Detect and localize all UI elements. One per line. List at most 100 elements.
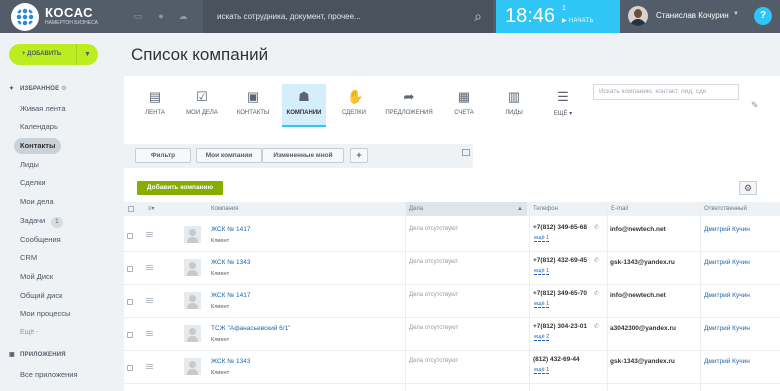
row-menu-icon[interactable] bbox=[146, 298, 153, 299]
add-company-button[interactable]: Добавить компанию bbox=[137, 181, 223, 195]
phone-number[interactable]: +7(812) 349-65-68 bbox=[533, 224, 587, 231]
pin-icon[interactable]: ✎ bbox=[751, 100, 759, 111]
phone-more-link[interactable]: ещё 1 bbox=[534, 268, 550, 275]
column-header-responsible[interactable]: Ответственный bbox=[700, 202, 780, 216]
crm-search-input[interactable]: Искать компанию, контакт, лид, сде bbox=[593, 84, 739, 100]
phone-more-link[interactable]: ещё 1 bbox=[534, 367, 550, 374]
table-row[interactable]: ТСЖ "Афанасьевский 6/1" Клиент Дела отсу… bbox=[124, 319, 780, 351]
tab-invoices[interactable]: ▦ СЧЕТА bbox=[442, 84, 486, 127]
row-checkbox[interactable] bbox=[127, 299, 133, 305]
phone-call-icon[interactable]: ✆ bbox=[594, 257, 599, 264]
help-button[interactable]: ? bbox=[754, 7, 772, 25]
column-header-email[interactable]: E-mail bbox=[607, 202, 700, 216]
bell-icon[interactable]: ● bbox=[156, 11, 166, 21]
tab-leads[interactable]: ▥ ЛИДЫ bbox=[492, 84, 536, 127]
tab-feed[interactable]: ▤ ЛЕНТА bbox=[133, 84, 177, 127]
responsible-link[interactable]: Дмитрий Кучин bbox=[704, 259, 750, 266]
select-all-checkbox[interactable] bbox=[124, 202, 142, 216]
columns-menu-icon[interactable]: ≡▾ bbox=[144, 202, 166, 216]
work-day-widget[interactable]: 18:46 1 ▶ НАЧАТЬ bbox=[496, 0, 620, 33]
brand[interactable]: КОСАС НАМЕРТОН БИЗНЕСА bbox=[45, 6, 98, 26]
email-link[interactable]: gsk-1343@yandex.ru bbox=[610, 259, 675, 266]
table-row[interactable]: ЖСК № 1343 Клиент Дела отсутствуют +7(81… bbox=[124, 253, 780, 285]
sidebar-item-calendar[interactable]: Календарь bbox=[14, 119, 64, 135]
add-filter-button[interactable]: + bbox=[350, 148, 368, 163]
user-name[interactable]: Станислав Кочурин bbox=[656, 11, 729, 20]
responsible-link[interactable]: Дмитрий Кучин bbox=[704, 325, 750, 332]
row-checkbox[interactable] bbox=[127, 233, 133, 239]
sidebar-item-more[interactable]: Ещё - bbox=[14, 325, 45, 341]
tab-more[interactable]: ☰ ЕЩЁ ▾ bbox=[541, 84, 585, 127]
phone-more-link[interactable]: ещё 1 bbox=[534, 235, 550, 242]
add-button[interactable]: + ДОБАВИТЬ ▼ bbox=[9, 44, 98, 65]
phone-number[interactable]: +7(812) 432-69-45 bbox=[533, 257, 587, 264]
responsible-link[interactable]: Дмитрий Кучин bbox=[704, 292, 750, 299]
company-name-link[interactable]: ЖСК № 1343 bbox=[211, 358, 250, 365]
email-link[interactable]: gsk-1343@yandex.ru bbox=[610, 358, 675, 365]
email-link[interactable]: info@newtech.net bbox=[610, 226, 666, 233]
phone-call-icon[interactable]: ✆ bbox=[594, 290, 599, 297]
tab-companies[interactable]: ☗ КОМПАНИИ bbox=[282, 84, 326, 127]
sidebar-item-all-apps[interactable]: Все приложения bbox=[14, 367, 84, 383]
chevron-down-icon[interactable]: ▼ bbox=[733, 11, 739, 17]
sidebar-item-tasks[interactable]: Задачи 1 bbox=[14, 213, 69, 229]
table-row[interactable]: ЖСК № 1417 Клиент Дела отсутствуют +7(81… bbox=[124, 220, 780, 252]
phone-call-icon[interactable]: ✆ bbox=[594, 323, 599, 330]
row-checkbox[interactable] bbox=[127, 365, 133, 371]
sidebar-item-live-feed[interactable]: Живая лента bbox=[14, 101, 72, 117]
row-checkbox[interactable] bbox=[127, 332, 133, 338]
gear-icon[interactable]: ⚙ bbox=[739, 181, 757, 195]
avatar[interactable] bbox=[628, 6, 648, 26]
responsible-link[interactable]: Дмитрий Кучин bbox=[704, 226, 750, 233]
company-name-link[interactable]: ТСЖ "Афанасьевский 6/1" bbox=[211, 325, 291, 332]
row-menu-icon[interactable] bbox=[146, 265, 153, 266]
sidebar-item-my-drive[interactable]: Мой Диск bbox=[14, 269, 59, 285]
sidebar-item-messages[interactable]: Сообщения bbox=[14, 232, 67, 248]
sidebar-item-deals[interactable]: Сделки bbox=[14, 175, 52, 191]
tab-quotes[interactable]: ➦ ПРЕДЛОЖЕНИЯ bbox=[381, 84, 437, 127]
row-checkbox[interactable] bbox=[127, 266, 133, 272]
filter-button[interactable]: Фильтр bbox=[135, 148, 191, 163]
phone-more-link[interactable]: ещё 1 bbox=[534, 301, 550, 308]
favorites-section-title[interactable]: ✦ ИЗБРАННОЕ ⚙ bbox=[9, 85, 67, 92]
email-link[interactable]: info@newtech.net bbox=[610, 292, 666, 299]
settings-icon[interactable]: ⚙ bbox=[61, 86, 67, 92]
expand-filter-icon[interactable] bbox=[462, 149, 470, 156]
chevron-down-icon[interactable]: ▼ bbox=[76, 44, 98, 65]
apps-section-title[interactable]: ▣ ПРИЛОЖЕНИЯ bbox=[9, 351, 66, 358]
cloud-icon[interactable]: ☁ bbox=[178, 11, 188, 21]
tab-my-tasks[interactable]: ☑ МОИ ДЕЛА bbox=[180, 84, 224, 127]
company-name-link[interactable]: ЖСК № 1417 bbox=[211, 292, 250, 299]
sidebar-item-contacts[interactable]: Контакты bbox=[14, 138, 62, 154]
table-row[interactable]: ЖСК № 1343 Клиент Дела отсутствуют (812)… bbox=[124, 352, 780, 384]
start-day-label[interactable]: ▶ НАЧАТЬ bbox=[562, 17, 594, 24]
column-header-deals[interactable]: Дела ▲ bbox=[405, 202, 527, 216]
row-menu-icon[interactable] bbox=[146, 232, 153, 233]
logo-icon[interactable] bbox=[11, 3, 39, 31]
sidebar-item-my-tasks[interactable]: Мои дела bbox=[14, 194, 60, 210]
column-header-company[interactable]: Компания bbox=[207, 202, 405, 216]
company-name-link[interactable]: ЖСК № 1343 bbox=[211, 259, 250, 266]
sidebar-item-my-processes[interactable]: Мои процессы bbox=[14, 306, 76, 322]
phone-number[interactable]: +7(812) 304-23-01 bbox=[533, 323, 587, 330]
phone-call-icon[interactable]: ✆ bbox=[594, 224, 599, 231]
sidebar-item-leads[interactable]: Лиды bbox=[14, 157, 45, 173]
row-menu-icon[interactable] bbox=[146, 364, 153, 365]
search-icon[interactable]: ⌕ bbox=[469, 7, 487, 25]
sidebar-item-shared-drive[interactable]: Общий диск bbox=[14, 288, 68, 304]
global-search-input[interactable]: искать сотрудника, документ, прочее... bbox=[203, 0, 493, 33]
email-link[interactable]: a3042300@yandex.ru bbox=[610, 325, 676, 332]
tab-contacts[interactable]: ▣ КОНТАКТЫ bbox=[231, 84, 275, 127]
changed-by-me-button[interactable]: Измененные мной bbox=[262, 148, 344, 163]
sidebar-item-crm[interactable]: CRM bbox=[14, 250, 43, 266]
row-menu-icon[interactable] bbox=[146, 331, 153, 332]
responsible-link[interactable]: Дмитрий Кучин bbox=[704, 358, 750, 365]
my-companies-button[interactable]: Мои компании bbox=[196, 148, 262, 163]
chat-icon[interactable]: ▭ bbox=[133, 11, 143, 21]
table-row[interactable]: ЖСК № 1417 Клиент Дела отсутствуют +7(81… bbox=[124, 286, 780, 318]
company-name-link[interactable]: ЖСК № 1417 bbox=[211, 226, 250, 233]
phone-number[interactable]: +7(812) 349-65-70 bbox=[533, 290, 587, 297]
phone-number[interactable]: (812) 432-69-44 bbox=[533, 356, 580, 363]
column-header-phone[interactable]: Телефон bbox=[529, 202, 607, 216]
tab-deals[interactable]: ✋ СДЕЛКИ bbox=[332, 84, 376, 127]
